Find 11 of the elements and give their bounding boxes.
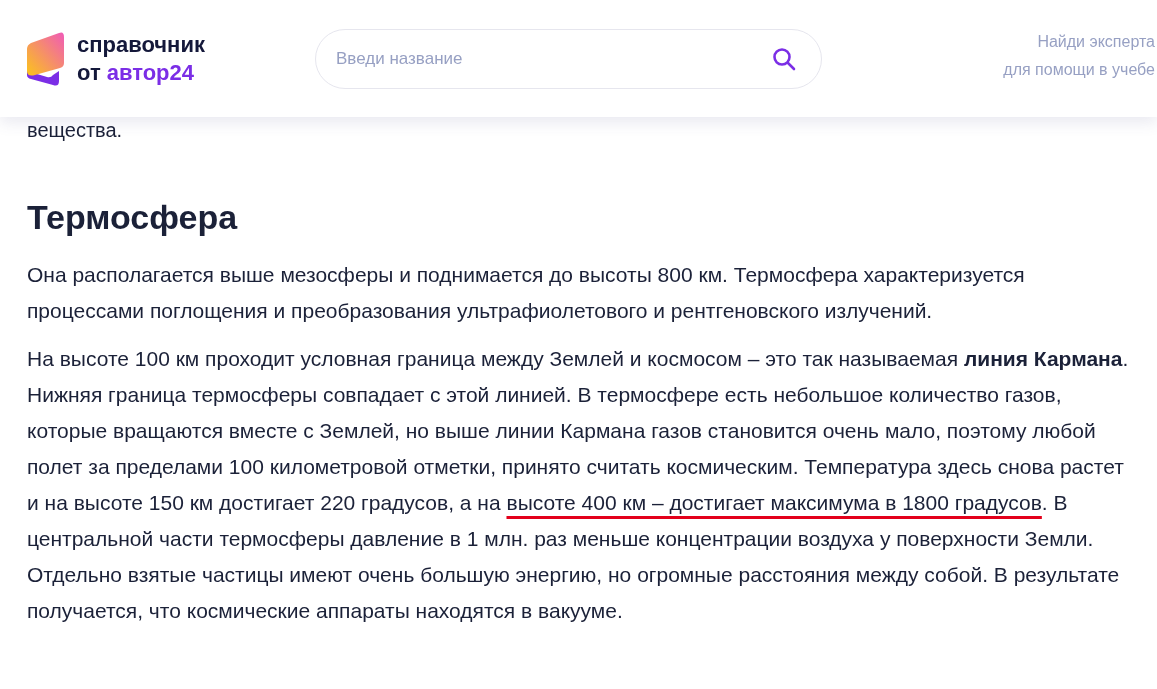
paragraph-text: вещества. <box>27 118 124 143</box>
logo-brand-text: автор24 <box>106 58 194 87</box>
search-icon[interactable] <box>772 46 796 71</box>
logo-icon <box>25 30 65 87</box>
logo-text: от <box>77 58 101 87</box>
paragraph-text: Она располагается выше мезосферы и поднимается до высоты 800 км. Термосфера характеризуется процессами поглощения и преобразования ультрафиолетового и рентгеновского излучений. <box>27 262 1026 324</box>
paragraph-text: На высоте 100 км проходит условная граница между Землей и космосом – это так называемая линия Кармана. Нижняя граница термосферы совпадает с этой линией. В термосфере есть небольшое количество газов, которые вращаются вместе с Землей, но выше линии Кармана газов становится очень мало, поэтому любой полет за пределами 100 километровой отметки, принято считать космическим. Температура здесь снова растет и на высоте 150 км достигает 220 градусов, а на высоте 400 км – достигает максимума в 1800 градусов. В центральной части термосферы давление в 1 млн. раз меньше концентрации воздуха у поверхности Земли. Отдельно взятые частицы имеют очень большую энергию, но огромные расстояния между собой. В результате получается, что космические аппараты находятся в вакууме. <box>27 346 1130 624</box>
find-expert-link[interactable]: Найди эксперта для помощи в учебе <box>1003 27 1155 84</box>
search-field[interactable]: Введи название <box>315 28 822 89</box>
logo-text: справочник <box>77 30 205 59</box>
section-heading: Термосфера <box>27 197 239 237</box>
